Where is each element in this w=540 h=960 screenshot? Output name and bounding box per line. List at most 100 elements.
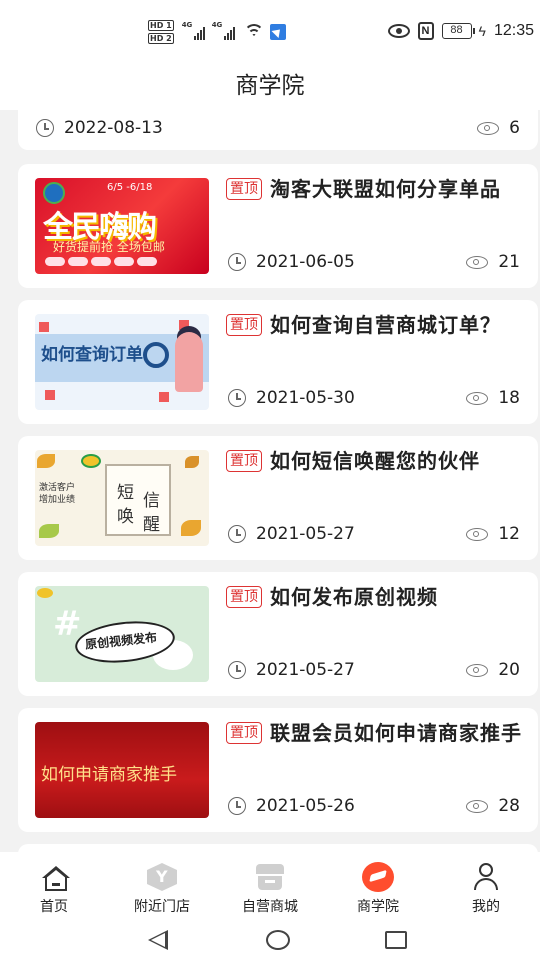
pinned-tag: 置顶	[226, 722, 262, 744]
article-title-block: 置顶 如何短信唤醒您的伙伴	[226, 446, 522, 477]
article-views-row: 18	[466, 388, 520, 408]
thumb-subline: 好货提前抢 全场包邮	[53, 240, 165, 254]
article-date-row: 2021-06-05	[228, 252, 355, 272]
article-date: 2021-05-27	[256, 660, 355, 680]
article-views-row: 21	[466, 252, 520, 272]
article-card[interactable]: 激活客户 增加业绩 短 唤 信 醒 置顶 如何短信唤醒您的伙伴 2021-05-2…	[18, 436, 538, 560]
home-circle-icon[interactable]	[266, 930, 290, 950]
profile-icon	[470, 862, 502, 892]
thumb-decoration	[45, 257, 157, 266]
wifi-icon	[243, 24, 264, 40]
article-card[interactable]: 如何查询订单 置顶 如何查询自营商城订单？ 2021-05-30 18	[18, 300, 538, 424]
clock-icon	[228, 253, 246, 271]
article-card-partial[interactable]: 2022-08-13 6	[18, 110, 538, 150]
recents-icon[interactable]	[385, 931, 407, 949]
article-title: 淘客大联盟如何分享单品	[270, 177, 501, 201]
article-date: 2021-06-05	[256, 252, 355, 272]
nav-item-profile[interactable]: 我的	[432, 852, 540, 920]
net1-label: 4G	[181, 21, 193, 29]
views-icon	[466, 255, 489, 269]
thumb-char: 唤	[117, 507, 134, 527]
status-bar: HD 1 HD 2 4G 4G N 88 ϟ 12:35	[0, 0, 540, 64]
article-title: 如何发布原创视频	[270, 585, 438, 609]
pinned-tag: 置顶	[226, 314, 262, 336]
store-icon	[146, 862, 178, 892]
views-icon	[477, 121, 500, 135]
status-time: 12:35	[493, 22, 534, 39]
views-icon	[466, 391, 489, 405]
article-card[interactable]: 如何申请商家推手 置顶 联盟会员如何申请商家推手 2021-05-26 28	[18, 708, 538, 832]
school-icon	[362, 862, 394, 892]
thumb-char: 信	[143, 491, 160, 511]
eye-comfort-icon	[387, 24, 410, 38]
mall-icon	[254, 862, 286, 892]
nav-item-business-school[interactable]: 商学院	[324, 852, 432, 920]
article-thumbnail: # 原创视频发布	[35, 586, 209, 682]
article-list[interactable]: 2022-08-13 6 6/5 -6/18 全民嗨购 好货提前抢 全场包邮 置…	[0, 110, 540, 852]
nfc-icon: N	[417, 22, 434, 40]
article-thumbnail: 如何查询订单	[35, 314, 209, 410]
status-left: HD 1 HD 2 4G 4G	[148, 20, 286, 44]
article-views-row: 28	[466, 796, 520, 816]
clock-icon	[228, 389, 246, 407]
battery-level: 88	[441, 23, 472, 39]
article-views: 18	[498, 388, 520, 408]
nav-label: 自营商城	[242, 899, 298, 915]
article-date: 2022-08-13	[64, 118, 163, 138]
bottom-nav: 首页 附近门店 自营商城 商学院 我的	[0, 852, 540, 920]
article-title-block: 置顶 如何查询自营商城订单？	[226, 310, 522, 341]
thumb-date-range: 6/5 -6/18	[107, 182, 153, 193]
views-icon	[466, 663, 489, 677]
home-icon	[38, 862, 70, 892]
net2-label: 4G	[211, 21, 223, 29]
nav-label: 商学院	[357, 899, 399, 915]
nav-label: 我的	[472, 899, 500, 915]
article-views: 28	[498, 796, 520, 816]
article-date-row: 2021-05-26	[228, 796, 355, 816]
article-thumbnail: 激活客户 增加业绩 短 唤 信 醒	[35, 450, 209, 546]
article-date-row: 2021-05-30	[228, 388, 355, 408]
thumb-side-text: 激活客户 增加业绩	[39, 483, 76, 505]
brand-logo	[93, 726, 151, 744]
brand-logo	[81, 454, 101, 468]
article-thumbnail: 如何申请商家推手	[35, 722, 209, 818]
system-nav-bar	[0, 920, 540, 960]
thumb-headline: 如何申请商家推手	[41, 765, 177, 785]
article-card[interactable]: # 原创视频发布 置顶 如何发布原创视频 2021-05-27 20	[18, 572, 538, 696]
brand-logo	[37, 588, 53, 598]
article-views: 20	[498, 660, 520, 680]
charging-icon: ϟ	[478, 23, 486, 39]
article-title-block: 置顶 联盟会员如何申请商家推手	[226, 718, 522, 749]
clock-icon	[36, 119, 54, 137]
article-date: 2021-05-30	[256, 388, 355, 408]
location-icon	[269, 24, 286, 40]
views-icon	[466, 527, 489, 541]
nav-item-self-mall[interactable]: 自营商城	[216, 852, 324, 920]
clock-icon	[228, 661, 246, 679]
pinned-tag: 置顶	[226, 586, 262, 608]
signal-icon-1: 4G	[181, 21, 208, 40]
nav-label: 附近门店	[134, 899, 190, 915]
article-views: 6	[509, 118, 520, 138]
article-date: 2021-05-27	[256, 524, 355, 544]
nav-item-home[interactable]: 首页	[0, 852, 108, 920]
article-card[interactable]: 6/5 -6/18 全民嗨购 好货提前抢 全场包邮 置顶 淘客大联盟如何分享单品 …	[18, 164, 538, 288]
article-date: 2021-05-26	[256, 796, 355, 816]
thumb-char: 短	[117, 483, 134, 503]
signal-icon-2: 4G	[211, 21, 238, 40]
article-views: 12	[498, 524, 520, 544]
sim-indicators: HD 1 HD 2	[148, 20, 174, 44]
nav-item-nearby-stores[interactable]: 附近门店	[108, 852, 216, 920]
pinned-tag: 置顶	[226, 178, 262, 200]
clock-icon	[228, 797, 246, 815]
back-icon[interactable]	[148, 930, 168, 950]
clock-icon	[228, 525, 246, 543]
article-card-partial[interactable]	[18, 844, 538, 852]
app-header: 商学院	[0, 64, 540, 110]
brand-logo	[43, 182, 65, 204]
article-title: 联盟会员如何申请商家推手	[270, 721, 522, 745]
sim2-label: HD 2	[148, 33, 174, 44]
article-views-row: 20	[466, 660, 520, 680]
article-date-row: 2022-08-13	[36, 118, 163, 138]
article-views-row: 12	[466, 524, 520, 544]
